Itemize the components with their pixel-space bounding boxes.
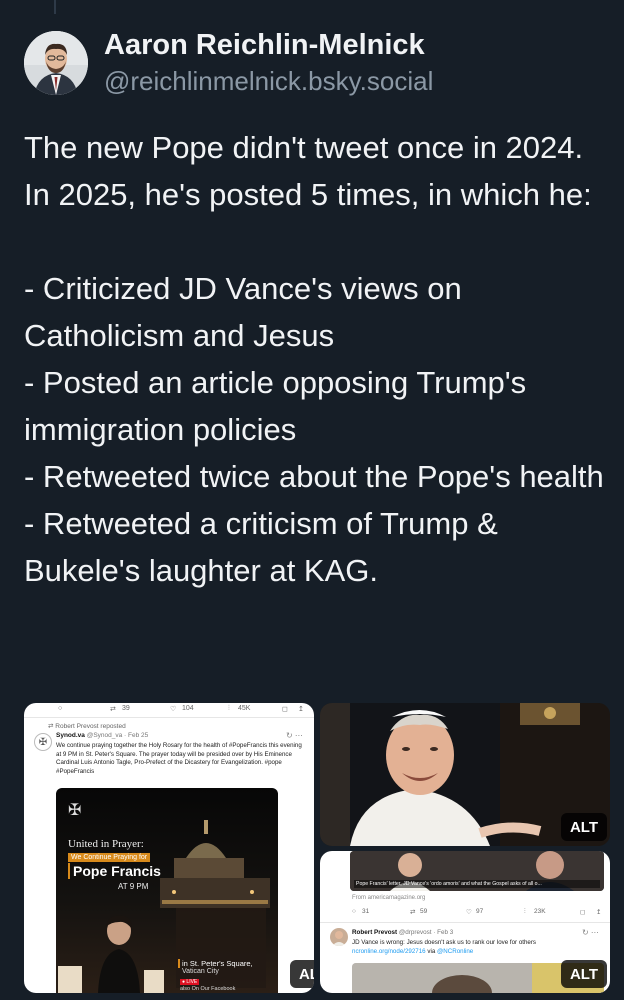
- stats-row: ○ ⇄ 39 ♡ 104 ⫶ 45K ◻ ↥: [24, 705, 314, 717]
- bookmark-icon: ◻: [282, 706, 288, 713]
- tweet-author-line: Robert Prevost @drprevost · Feb 3: [352, 929, 453, 936]
- views-icon: ⫶: [228, 705, 230, 712]
- prevost-avatar: [330, 928, 348, 946]
- author-display-name[interactable]: Aaron Reichlin-Melnick: [104, 28, 433, 62]
- person-silhouette: [96, 913, 142, 993]
- tweet-author-handle: @Synod_va · Feb 25: [86, 732, 149, 739]
- candle-left: [58, 966, 82, 993]
- synod-avatar: ✠: [34, 733, 52, 751]
- like-count: 97: [476, 908, 484, 915]
- retweet-count: 39: [122, 705, 130, 712]
- tweet-author-handle: @drprevost · Feb 3: [398, 929, 454, 936]
- media-right-top-photo[interactable]: ALT: [320, 703, 610, 846]
- media-right-bottom-screenshot[interactable]: Pope Francis' letter, JD Vance's 'ordo a…: [320, 851, 610, 993]
- prevost-avatar-icon: [332, 931, 346, 946]
- poster-place-line2: Vatican City: [182, 968, 219, 975]
- poster-facebook: also On Our Facebook: [180, 986, 236, 992]
- author-avatar[interactable]: [24, 31, 88, 95]
- repost-label: ⇄ Robert Prevost reposted: [48, 722, 126, 730]
- repost-label-text: Robert Prevost reposted: [55, 723, 126, 730]
- bookmark-icon: ◻: [580, 909, 586, 916]
- tweet-via: via: [427, 948, 436, 955]
- views-count: 45K: [238, 705, 251, 712]
- share-icon: ↥: [298, 706, 304, 713]
- tweet-text-line2: ncronline.org/node/292716 via @NCRonline: [352, 948, 473, 955]
- tweet-link[interactable]: ncronline.org/node/292716: [352, 948, 426, 955]
- reply-icon: ○: [352, 908, 356, 915]
- views-icon: ⫶: [524, 908, 526, 915]
- like-icon: ♡: [170, 706, 177, 713]
- link-card-source: From americamagazine.org: [352, 895, 426, 901]
- poster-live-badge: ● LIVE: [180, 979, 200, 985]
- post-header: Aaron Reichlin-Melnick @reichlinmelnick.…: [24, 28, 433, 98]
- link-card-title: Pope Francis' letter, JD Vance's 'ordo a…: [354, 880, 600, 888]
- tweet-author-name: Synod.va: [56, 732, 85, 739]
- tweet-mention[interactable]: @NCRonline: [437, 948, 473, 955]
- more-icon: ↻ ⋯: [286, 731, 303, 740]
- divider: [320, 922, 610, 923]
- more-icon: ↻ ⋯: [582, 928, 599, 937]
- poster-image: ✠ United in Prayer: We Continue Praying …: [56, 788, 278, 993]
- tweet-author-line: Synod.va @Synod_va · Feb 25: [56, 732, 148, 739]
- stats-row-right: ○ 31 ⇄ 59 ♡ 97 ⫶ 23K ◻ ↥: [320, 908, 610, 918]
- share-icon: ↥: [596, 909, 602, 916]
- tweet-text: We continue praying together the Holy Ro…: [56, 742, 302, 775]
- alt-badge-right-top[interactable]: ALT: [561, 813, 607, 841]
- views-count: 23K: [534, 908, 546, 915]
- author-handle[interactable]: @reichlinmelnick.bsky.social: [104, 64, 433, 98]
- retweet-count: 59: [420, 908, 428, 915]
- retweet-icon: ⇄: [410, 909, 416, 916]
- retweet-icon: ⇄: [110, 706, 116, 713]
- reply-count: 31: [362, 908, 370, 915]
- post-body-text: The new Pope didn't tweet once in 2024. …: [24, 130, 604, 588]
- avatar-portrait-icon: [24, 31, 88, 95]
- poster-place-line1: in St. Peter's Square,: [178, 959, 253, 968]
- thread-connector-line: [54, 0, 56, 14]
- like-icon: ♡: [466, 909, 472, 916]
- like-count: 104: [182, 705, 194, 712]
- link-card-image: Pope Francis' letter, JD Vance's 'ordo a…: [350, 851, 604, 891]
- alt-badge-left[interactable]: ALT: [290, 960, 314, 988]
- reply-icon: ○: [58, 705, 63, 712]
- media-left-screenshot[interactable]: ○ ⇄ 39 ♡ 104 ⫶ 45K ◻ ↥ ⇄ Robert Prevost …: [24, 703, 314, 993]
- tweet-text-line1: JD Vance is wrong: Jesus doesn't ask us …: [352, 939, 537, 946]
- tweet-author-name: Robert Prevost: [352, 929, 398, 936]
- divider: [24, 717, 314, 718]
- candle-right: [144, 970, 164, 993]
- emblem-icon: ✠: [38, 736, 48, 748]
- alt-badge-right-bottom[interactable]: ALT: [561, 960, 607, 988]
